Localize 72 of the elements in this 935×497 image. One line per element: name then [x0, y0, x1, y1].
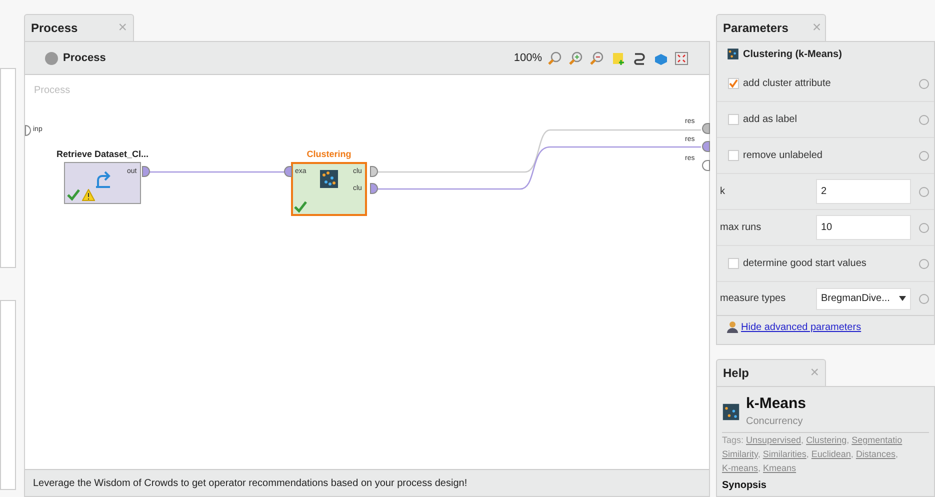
- info-icon[interactable]: [919, 186, 929, 196]
- tags-text: Tags: Unsupervised, Clustering, Segmentatio Similarity, Similarities, Euclidean, Distances, K-means, Kmeans: [722, 434, 904, 475]
- checkbox[interactable]: [728, 78, 739, 89]
- checkmark-icon: [294, 201, 307, 213]
- close-icon[interactable]: ×: [810, 362, 819, 384]
- tag-link[interactable]: Euclidean: [811, 448, 851, 459]
- zoom-in-icon[interactable]: [548, 50, 563, 66]
- advanced-link[interactable]: Hide advanced parameters: [741, 320, 862, 334]
- operator-title: Retrieve Dataset_Cl...: [56, 148, 149, 161]
- fit-icon[interactable]: [674, 50, 689, 66]
- help-title: k-Means: [746, 395, 806, 414]
- note-icon[interactable]: [611, 50, 626, 66]
- parameter-label: max runs: [720, 221, 762, 235]
- tag-link[interactable]: Similarity: [722, 448, 758, 459]
- parameter-label: add as label: [743, 113, 798, 127]
- zoom-out-icon[interactable]: [590, 50, 605, 66]
- port[interactable]: [370, 183, 378, 194]
- tab[interactable]: Parameters ×: [716, 14, 826, 41]
- person-icon: [727, 321, 738, 333]
- parameter-label: determine good start values: [743, 257, 868, 271]
- port[interactable]: [702, 123, 710, 134]
- zoom-in-icon[interactable]: [569, 50, 584, 66]
- tag-link[interactable]: Segmentatio: [852, 434, 902, 445]
- tab[interactable]: Help ×: [716, 359, 826, 386]
- parameter-label: add cluster attribute: [743, 77, 832, 91]
- checkbox[interactable]: [728, 114, 739, 125]
- breadcrumb[interactable]: Process: [63, 50, 106, 66]
- caret-icon: [899, 296, 906, 301]
- tag-link[interactable]: Distances: [856, 448, 896, 459]
- checkbox[interactable]: [728, 150, 739, 161]
- help-subtitle: Concurrency: [746, 414, 804, 429]
- cluster-icon: [722, 402, 740, 421]
- close-icon[interactable]: ×: [812, 16, 822, 40]
- dropdown-value: BregmanDive...: [821, 292, 890, 306]
- port[interactable]: [25, 125, 31, 136]
- section-heading: Synopsis: [722, 478, 768, 493]
- tag-link[interactable]: Similarities: [762, 448, 806, 459]
- operator-name: Clustering (k-Means): [743, 48, 842, 62]
- info-icon[interactable]: [919, 294, 929, 304]
- port[interactable]: [702, 141, 710, 152]
- port[interactable]: [142, 166, 150, 177]
- operator-title: Clustering: [306, 148, 352, 161]
- close-icon[interactable]: ×: [118, 16, 127, 40]
- info-icon[interactable]: [919, 78, 929, 88]
- info-icon[interactable]: [919, 222, 929, 232]
- cluster-icon: [727, 48, 739, 60]
- zoom-level: 100%: [514, 50, 542, 66]
- plug-icon[interactable]: [632, 50, 647, 66]
- tab[interactable]: Process ×: [24, 14, 134, 41]
- parameter-label: measure types: [720, 292, 787, 306]
- operator-box[interactable]: [291, 162, 367, 216]
- cluster-icon: [319, 169, 339, 189]
- info-icon[interactable]: [919, 258, 929, 268]
- port[interactable]: [284, 166, 292, 177]
- info-icon[interactable]: [919, 150, 929, 160]
- port[interactable]: [370, 166, 378, 177]
- parameter-label: k: [720, 185, 726, 199]
- port[interactable]: [702, 160, 710, 171]
- tag-link[interactable]: Kmeans: [763, 462, 796, 473]
- input-field[interactable]: 10: [816, 215, 911, 240]
- checkbox[interactable]: [728, 258, 739, 269]
- info-icon[interactable]: [919, 114, 929, 124]
- tag-link[interactable]: Clustering: [806, 434, 847, 445]
- parameter-label: remove unlabeled: [743, 149, 824, 163]
- tag-link[interactable]: Unsupervised: [746, 434, 802, 445]
- input-field[interactable]: 2: [816, 179, 911, 204]
- process-icon: [45, 52, 58, 64]
- canvas-title: Process: [34, 84, 70, 98]
- checkmark-icon: [67, 189, 80, 201]
- tag-link[interactable]: K-means: [722, 462, 758, 473]
- recommendation-text: Leverage the Wisdom of Crowds to get operator recommendations based on your process design!: [33, 476, 468, 490]
- dropdown[interactable]: BregmanDive...: [816, 288, 911, 310]
